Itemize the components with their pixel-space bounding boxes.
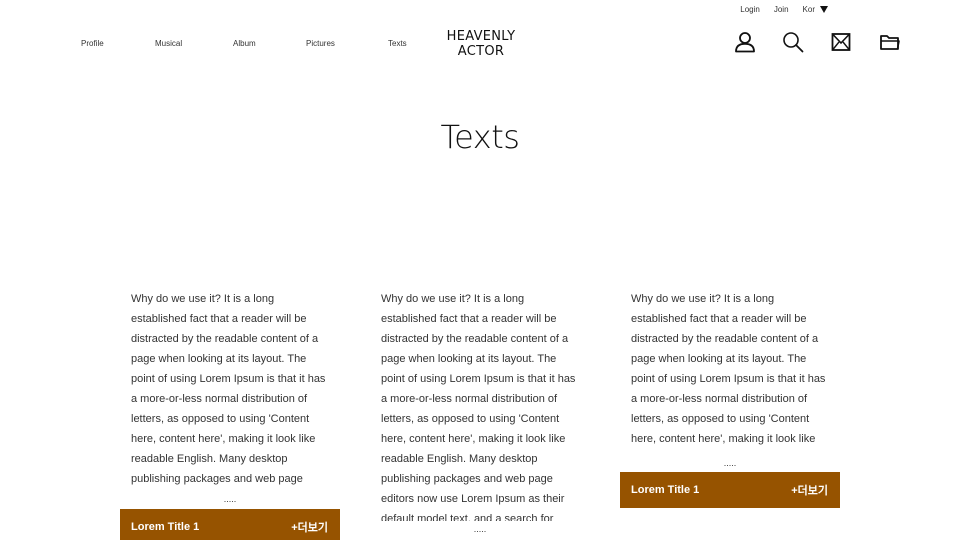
nav-item-musical[interactable]: Musical: [155, 39, 182, 48]
site-logo[interactable]: HEAVENLY ACTOR: [446, 29, 516, 59]
folder-icon[interactable]: [879, 31, 901, 53]
post-title: Lorem Title 1: [131, 521, 200, 533]
post-ellipsis: .....: [223, 494, 237, 504]
login-link[interactable]: Login: [740, 5, 760, 14]
post-title-bar[interactable]: Lorem Title 1 +더보기: [120, 509, 340, 540]
post-text: Why do we use it? It is a long establish…: [381, 293, 576, 521]
user-icon[interactable]: [734, 31, 756, 53]
utility-bar: Login Join Kor: [740, 5, 828, 14]
post-ellipsis: .....: [723, 458, 737, 468]
join-link[interactable]: Join: [774, 5, 789, 14]
post-text: Why do we use it? It is a long establish…: [131, 293, 326, 485]
nav-item-pictures[interactable]: Pictures: [306, 39, 335, 48]
post-title: Lorem Title 1: [631, 484, 700, 496]
caret-down-icon: [820, 6, 828, 13]
search-icon[interactable]: [782, 31, 804, 53]
post-card-3: Why do we use it? It is a long establish…: [620, 289, 840, 508]
page-title: Texts: [440, 118, 520, 156]
post-card-2: Why do we use it? It is a long establish…: [370, 289, 590, 535]
logo-line-1: HEAVENLY: [446, 29, 516, 44]
more-link[interactable]: +더보기: [291, 519, 328, 535]
more-link[interactable]: +더보기: [791, 482, 828, 498]
nav-item-profile[interactable]: Profile: [81, 39, 104, 48]
post-title-bar[interactable]: Lorem Title 1 +더보기: [620, 472, 840, 508]
language-select[interactable]: Kor: [803, 5, 828, 14]
language-label: Kor: [802, 5, 815, 14]
nav-item-texts[interactable]: Texts: [388, 39, 407, 48]
post-card-1: Why do we use it? It is a long establish…: [120, 289, 340, 540]
logo-line-2: ACTOR: [457, 44, 505, 59]
mail-icon[interactable]: [830, 31, 852, 53]
post-text: Why do we use it? It is a long establish…: [631, 293, 826, 445]
post-ellipsis: .....: [473, 524, 487, 534]
nav-item-album[interactable]: Album: [233, 39, 256, 48]
